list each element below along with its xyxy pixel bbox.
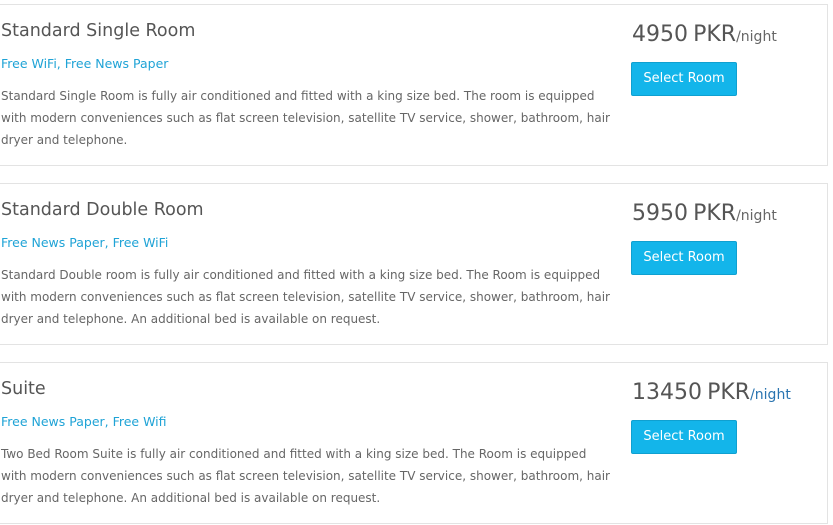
select-room-button[interactable]: Select Room — [631, 241, 737, 275]
room-amenities: Free News Paper, Free Wifi — [1, 414, 167, 429]
price-unit: /night — [736, 29, 777, 45]
price-unit: /night — [750, 387, 791, 403]
price-unit: /night — [736, 208, 777, 224]
room-title: Standard Double Room — [1, 200, 204, 220]
room-description: Two Bed Room Suite is fully air conditio… — [1, 447, 610, 505]
select-room-button[interactable]: Select Room — [631, 62, 737, 96]
room-price: 13450 PKR/night — [632, 380, 791, 405]
room-title: Standard Single Room — [1, 21, 196, 41]
price-amount: 4950 — [632, 22, 688, 47]
price-amount: 13450 — [632, 380, 702, 405]
room-amenities: Free WiFi, Free News Paper — [1, 56, 169, 71]
price-currency: PKR — [693, 22, 737, 47]
select-room-button[interactable]: Select Room — [631, 420, 737, 454]
room-amenities: Free News Paper, Free WiFi — [1, 235, 169, 250]
room-price: 5950 PKR/night — [632, 201, 777, 226]
room-price: 4950 PKR/night — [632, 22, 777, 47]
price-currency: PKR — [707, 380, 751, 405]
room-card: Suite Free News Paper, Free Wifi Two Bed… — [0, 362, 828, 524]
room-card: Standard Single Room Free WiFi, Free New… — [0, 4, 828, 166]
room-description: Standard Double room is fully air condit… — [1, 268, 610, 326]
room-title: Suite — [1, 379, 46, 399]
room-description: Standard Single Room is fully air condit… — [1, 89, 610, 147]
room-card: Standard Double Room Free News Paper, Fr… — [0, 183, 828, 345]
price-amount: 5950 — [632, 201, 688, 226]
price-currency: PKR — [693, 201, 737, 226]
